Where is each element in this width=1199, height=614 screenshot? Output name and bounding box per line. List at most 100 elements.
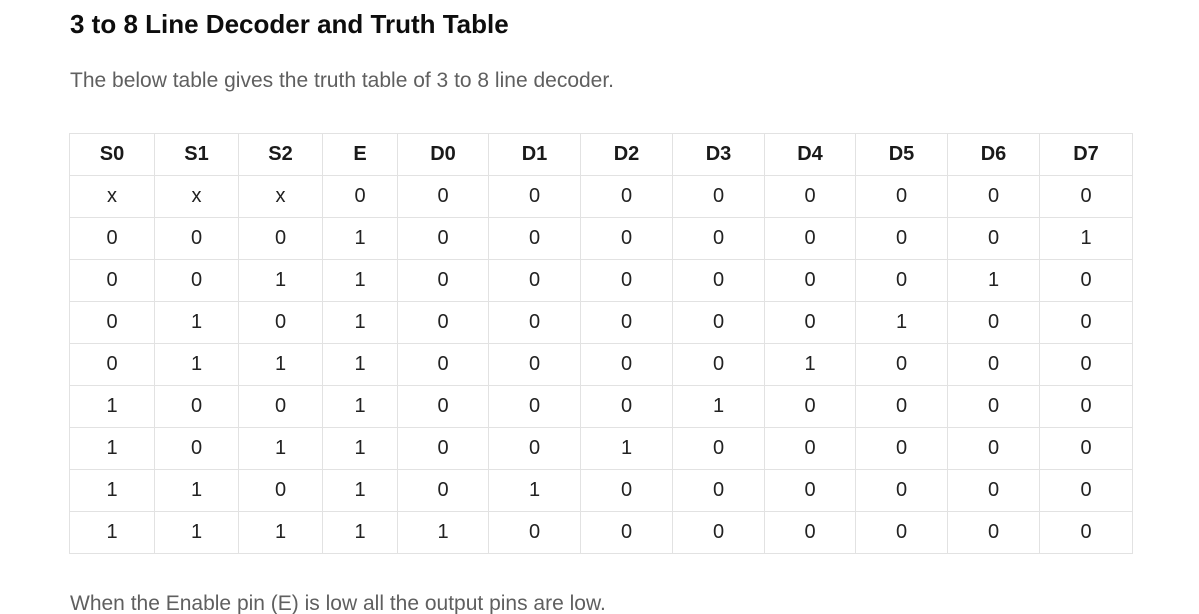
table-cell: 0 bbox=[947, 343, 1040, 386]
table-cell: 0 bbox=[1039, 259, 1133, 302]
table-cell: 0 bbox=[397, 217, 489, 260]
table-cell: 0 bbox=[1039, 427, 1133, 470]
table-row: 110101000000 bbox=[69, 469, 1133, 512]
table-cell: 0 bbox=[397, 343, 489, 386]
table-cell: 0 bbox=[1039, 343, 1133, 386]
table-cell: 1 bbox=[69, 511, 155, 554]
table-cell: x bbox=[154, 175, 239, 218]
table-cell: 0 bbox=[580, 301, 673, 344]
column-header-d2: D2 bbox=[580, 133, 673, 176]
table-cell: 0 bbox=[488, 301, 581, 344]
table-cell: x bbox=[69, 175, 155, 218]
table-cell: 0 bbox=[580, 385, 673, 428]
table-cell: 1 bbox=[154, 511, 239, 554]
column-header-d4: D4 bbox=[764, 133, 856, 176]
table-cell: 0 bbox=[580, 175, 673, 218]
table-cell: 0 bbox=[580, 511, 673, 554]
table-cell: 0 bbox=[764, 469, 856, 512]
table-cell: 0 bbox=[672, 301, 765, 344]
table-cell: 0 bbox=[947, 175, 1040, 218]
table-cell: 0 bbox=[154, 385, 239, 428]
table-cell: 0 bbox=[1039, 301, 1133, 344]
table-cell: 0 bbox=[855, 469, 948, 512]
truth-table: S0 S1 S2 E D0 D1 D2 D3 D4 D5 D6 D7 xxx0000000000001… bbox=[69, 133, 1133, 554]
header-row: S0 S1 S2 E D0 D1 D2 D3 D4 D5 D6 D7 bbox=[69, 133, 1133, 176]
table-cell: 1 bbox=[69, 469, 155, 512]
column-header-d1: D1 bbox=[488, 133, 581, 176]
column-header-d0: D0 bbox=[397, 133, 489, 176]
table-cell: 1 bbox=[488, 469, 581, 512]
table-cell: 0 bbox=[764, 217, 856, 260]
column-header-d7: D7 bbox=[1039, 133, 1133, 176]
table-cell: 0 bbox=[764, 301, 856, 344]
table-cell: 1 bbox=[238, 511, 323, 554]
table-cell: 0 bbox=[1039, 175, 1133, 218]
table-cell: 0 bbox=[672, 469, 765, 512]
table-row: 101100100000 bbox=[69, 427, 1133, 470]
table-cell: 0 bbox=[238, 385, 323, 428]
table-cell: 0 bbox=[154, 217, 239, 260]
table-cell: 0 bbox=[238, 301, 323, 344]
table-cell: 0 bbox=[947, 469, 1040, 512]
table-cell: 0 bbox=[488, 217, 581, 260]
table-cell: 0 bbox=[69, 217, 155, 260]
table-cell: 0 bbox=[580, 343, 673, 386]
table-cell: 0 bbox=[764, 175, 856, 218]
table-row: 100100010000 bbox=[69, 385, 1133, 428]
table-cell: 0 bbox=[580, 217, 673, 260]
table-cell: 1 bbox=[322, 217, 398, 260]
table-cell: 0 bbox=[488, 427, 581, 470]
table-cell: 0 bbox=[764, 427, 856, 470]
table-cell: 0 bbox=[397, 385, 489, 428]
table-cell: 0 bbox=[238, 469, 323, 512]
table-cell: 0 bbox=[672, 427, 765, 470]
table-cell: 1 bbox=[238, 343, 323, 386]
table-cell: 0 bbox=[69, 343, 155, 386]
table-cell: 0 bbox=[488, 259, 581, 302]
table-cell: 0 bbox=[764, 511, 856, 554]
table-cell: 0 bbox=[764, 385, 856, 428]
table-cell: 0 bbox=[397, 301, 489, 344]
table-cell: 1 bbox=[238, 427, 323, 470]
table-cell: 1 bbox=[322, 427, 398, 470]
truth-table-header: S0 S1 S2 E D0 D1 D2 D3 D4 D5 D6 D7 bbox=[69, 133, 1133, 176]
table-cell: 0 bbox=[397, 427, 489, 470]
table-cell: 1 bbox=[154, 469, 239, 512]
table-cell: 0 bbox=[672, 175, 765, 218]
table-cell: 0 bbox=[855, 511, 948, 554]
table-cell: 1 bbox=[322, 385, 398, 428]
table-cell: 0 bbox=[1039, 511, 1133, 554]
table-cell: 1 bbox=[322, 301, 398, 344]
table-cell: 0 bbox=[488, 343, 581, 386]
intro-paragraph: The below table gives the truth table of… bbox=[70, 69, 615, 92]
table-cell: 0 bbox=[1039, 469, 1133, 512]
table-cell: 0 bbox=[855, 217, 948, 260]
table-cell: 0 bbox=[672, 259, 765, 302]
table-cell: 0 bbox=[855, 427, 948, 470]
table-cell: 0 bbox=[238, 217, 323, 260]
table-cell: 0 bbox=[855, 259, 948, 302]
table-cell: 1 bbox=[322, 511, 398, 554]
page-title: 3 to 8 Line Decoder and Truth Table bbox=[70, 9, 509, 39]
table-cell: 0 bbox=[1039, 385, 1133, 428]
table-cell: 0 bbox=[397, 259, 489, 302]
footer-paragraph: When the Enable pin (E) is low all the o… bbox=[70, 592, 606, 614]
table-cell: 0 bbox=[947, 301, 1040, 344]
table-row: xxx000000000 bbox=[69, 175, 1133, 218]
table-row: 000100000001 bbox=[69, 217, 1133, 260]
table-cell: 1 bbox=[672, 385, 765, 428]
table-cell: 0 bbox=[580, 259, 673, 302]
table-cell: 0 bbox=[154, 259, 239, 302]
column-header-s2: S2 bbox=[238, 133, 323, 176]
column-header-s1: S1 bbox=[154, 133, 239, 176]
table-cell: 0 bbox=[322, 175, 398, 218]
table-cell: 0 bbox=[488, 175, 581, 218]
table-cell: 0 bbox=[947, 217, 1040, 260]
column-header-s0: S0 bbox=[69, 133, 155, 176]
table-row: 111110000000 bbox=[69, 511, 1133, 554]
column-header-d3: D3 bbox=[672, 133, 765, 176]
table-cell: 0 bbox=[397, 175, 489, 218]
truth-table-body: xxx0000000000001000000010011000000100101… bbox=[69, 175, 1133, 554]
table-cell: 0 bbox=[488, 511, 581, 554]
table-cell: 1 bbox=[322, 343, 398, 386]
